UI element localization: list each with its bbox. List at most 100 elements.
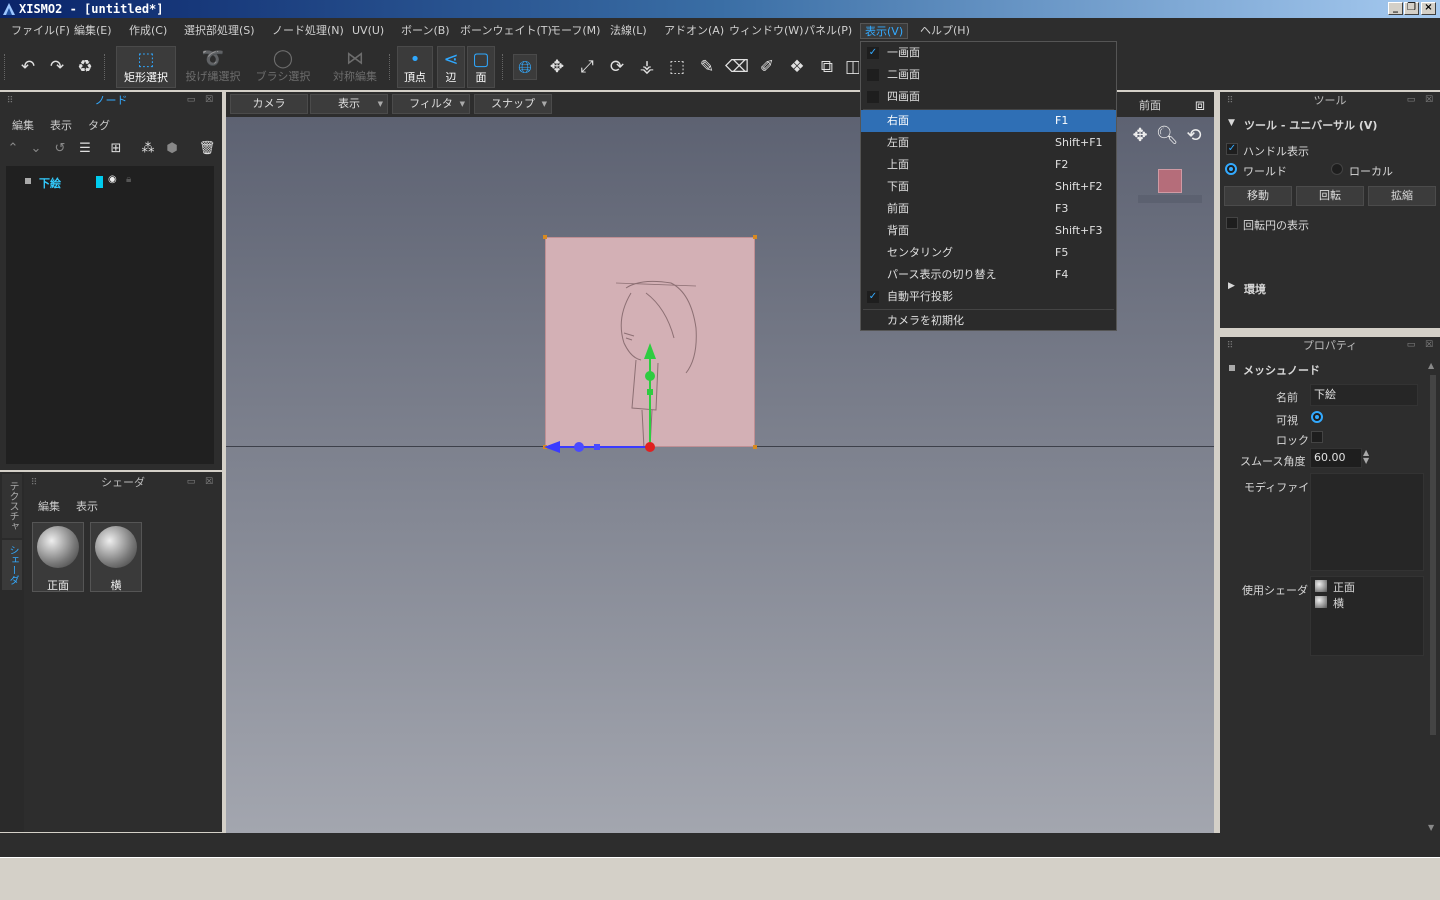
scale-tool-icon[interactable]: ⤢ xyxy=(575,54,599,80)
chevron-up-icon[interactable]: ⌃ xyxy=(1,136,25,162)
rotate-tool-icon[interactable]: ⟳ xyxy=(605,54,629,80)
menu-create[interactable]: 作成(C) xyxy=(125,23,171,39)
scale-button[interactable]: 拡縮 xyxy=(1368,186,1436,206)
plane-corner-handle[interactable] xyxy=(543,235,547,239)
environment-section[interactable]: 環境 xyxy=(1244,281,1266,297)
hierarchy-icon[interactable]: ☰ xyxy=(73,136,97,162)
shader-tab-view[interactable]: 表示 xyxy=(76,498,98,514)
lasso-select-button[interactable]: ➰ 投げ縄選択 xyxy=(182,46,244,88)
menu-view[interactable]: 表示(V) xyxy=(860,23,909,39)
symmetric-edit-button[interactable]: ⋈ 対称編集 xyxy=(326,46,384,88)
camera-dropdown[interactable]: カメラ xyxy=(230,94,308,114)
restore-button[interactable]: ❐ xyxy=(1404,2,1419,15)
minimize-panel-icon[interactable]: ▭ xyxy=(1406,340,1416,350)
knife-tool-icon[interactable]: ✐ xyxy=(755,54,779,80)
minimize-panel-icon[interactable]: ▭ xyxy=(186,477,196,487)
menu-item-bottom-view[interactable]: 下面 Shift+F2 xyxy=(861,176,1116,198)
node-tab-edit[interactable]: 編集 xyxy=(12,117,34,133)
spinner-icon[interactable]: ▲ ▼ xyxy=(1363,449,1369,465)
side-tab-texture[interactable]: テクスチャ xyxy=(2,474,22,538)
universal-tool-icon[interactable]: 🌐︎ xyxy=(513,54,537,80)
chevron-down-icon[interactable]: ⌄ xyxy=(24,136,48,162)
menu-panel[interactable]: パネル(P) xyxy=(800,23,856,39)
shader-tab-edit[interactable]: 編集 xyxy=(38,498,60,514)
orbit-icon[interactable]: ⟲ xyxy=(1182,123,1206,149)
grip-icon[interactable]: ⠿ xyxy=(1226,342,1234,351)
pencil-tool-icon[interactable]: ✎ xyxy=(695,54,719,80)
node-color-swatch[interactable] xyxy=(96,176,103,188)
eye-icon[interactable]: ◉ xyxy=(108,174,117,185)
minimize-button[interactable]: _ xyxy=(1388,2,1403,15)
menu-item-top-view[interactable]: 上面 F2 xyxy=(861,154,1116,176)
menu-item-front-view[interactable]: 前面 F3 xyxy=(861,198,1116,220)
local-radio[interactable] xyxy=(1331,163,1343,175)
world-radio[interactable] xyxy=(1225,163,1237,175)
recycle-icon[interactable]: ♻ xyxy=(73,54,97,80)
vertex-mode-button[interactable]: • 頂点 xyxy=(397,46,433,88)
rect-select-button[interactable]: ⬚ 矩形選択 xyxy=(116,46,176,88)
redo-icon[interactable]: ↷ xyxy=(45,54,69,80)
node-tab-view[interactable]: 表示 xyxy=(50,117,72,133)
edge-mode-button[interactable]: ⋖ 辺 xyxy=(437,46,465,88)
rotate-button[interactable]: 回転 xyxy=(1296,186,1364,206)
menu-file[interactable]: ファイル(F) xyxy=(7,23,74,39)
tree-item[interactable]: 下絵 ◉ 🔒︎ xyxy=(6,174,214,190)
node-tab-tag[interactable]: タグ xyxy=(88,117,110,133)
menu-item-left-view[interactable]: 左面 Shift+F1 xyxy=(861,132,1116,154)
menu-addon[interactable]: アドオン(A) xyxy=(660,23,728,39)
property-scrollbar[interactable]: ▲ ▼ xyxy=(1428,361,1438,832)
shader-list[interactable]: 正面 横 xyxy=(1310,576,1424,656)
menu-node[interactable]: ノード処理(N) xyxy=(268,23,348,39)
move-button[interactable]: 移動 xyxy=(1224,186,1292,206)
filter-dropdown[interactable]: フィルタ ▼ xyxy=(392,94,470,114)
view-cube-icon[interactable]: ⧈ xyxy=(1188,92,1212,118)
marquee-tool-icon[interactable]: ⬚ xyxy=(665,54,689,80)
extrude-tool-icon[interactable]: ◫ xyxy=(845,54,859,80)
material-thumbnail[interactable]: 正面 xyxy=(32,522,84,592)
name-field[interactable]: 下絵 xyxy=(1310,384,1418,406)
lock-icon[interactable]: 🔒︎ xyxy=(126,174,131,185)
eraser-tool-icon[interactable]: ⌫ xyxy=(725,54,749,80)
pivot-tool-icon[interactable]: ⚶ xyxy=(635,54,659,80)
close-panel-icon[interactable]: ☒ xyxy=(204,477,214,487)
close-panel-icon[interactable]: ☒ xyxy=(204,95,214,105)
menu-window[interactable]: ウィンドウ(W) xyxy=(725,23,807,39)
smooth-angle-input[interactable]: 60.00 xyxy=(1310,448,1362,468)
menu-item-toggle-perspective[interactable]: パース表示の切り替え F4 xyxy=(861,264,1116,286)
transform-gizmo[interactable] xyxy=(536,337,666,457)
reset-icon[interactable]: ↺ xyxy=(48,136,72,162)
menu-item-centering[interactable]: センタリング F5 xyxy=(861,242,1116,264)
side-tab-shader[interactable]: シェーダ xyxy=(2,540,22,590)
menu-help[interactable]: ヘルプ(H) xyxy=(916,23,974,39)
grid-icon[interactable]: ⊞ xyxy=(104,136,128,162)
lock-checkbox[interactable] xyxy=(1311,431,1323,443)
group-icon[interactable]: ⁂ xyxy=(136,136,160,162)
plane-corner-handle[interactable] xyxy=(753,235,757,239)
cube-tool-icon[interactable]: ⧉ xyxy=(815,54,839,80)
menu-item-auto-ortho[interactable]: ✓ 自動平行投影 xyxy=(861,286,1116,308)
close-panel-icon[interactable]: ☒ xyxy=(1424,95,1434,105)
close-panel-icon[interactable]: ☒ xyxy=(1424,340,1434,350)
grip-icon[interactable]: ⠿ xyxy=(6,97,14,106)
grip-icon[interactable]: ⠿ xyxy=(1226,97,1234,106)
rotation-circle-checkbox[interactable] xyxy=(1226,217,1238,229)
menu-item-back-view[interactable]: 背面 Shift+F3 xyxy=(861,220,1116,242)
undo-icon[interactable]: ↶ xyxy=(16,54,40,80)
menu-selection[interactable]: 選択部処理(S) xyxy=(180,23,259,39)
menu-item-right-view[interactable]: 右面 F1 xyxy=(861,110,1116,132)
handle-display-checkbox[interactable]: ✓ xyxy=(1226,143,1238,155)
scroll-thumb[interactable] xyxy=(1430,375,1436,735)
menu-uv[interactable]: UV(U) xyxy=(348,23,388,39)
box-icon[interactable]: ⬢ xyxy=(160,136,184,162)
menu-item-dual-view[interactable]: 二画面 xyxy=(861,64,1116,86)
collapse-arrow-icon[interactable]: ▼ xyxy=(1228,118,1235,128)
material-thumbnail[interactable]: 横 xyxy=(90,522,142,592)
menu-normal[interactable]: 法線(L) xyxy=(606,23,651,39)
close-button[interactable]: × xyxy=(1421,2,1436,15)
face-mode-button[interactable]: ▢ 面 xyxy=(467,46,495,88)
minimize-panel-icon[interactable]: ▭ xyxy=(186,95,196,105)
visible-toggle[interactable] xyxy=(1311,411,1323,423)
move-tool-icon[interactable]: ✥ xyxy=(545,54,569,80)
menu-item-single-view[interactable]: ✓ 一画面 xyxy=(861,42,1116,64)
pan-icon[interactable]: ✥ xyxy=(1128,123,1152,149)
